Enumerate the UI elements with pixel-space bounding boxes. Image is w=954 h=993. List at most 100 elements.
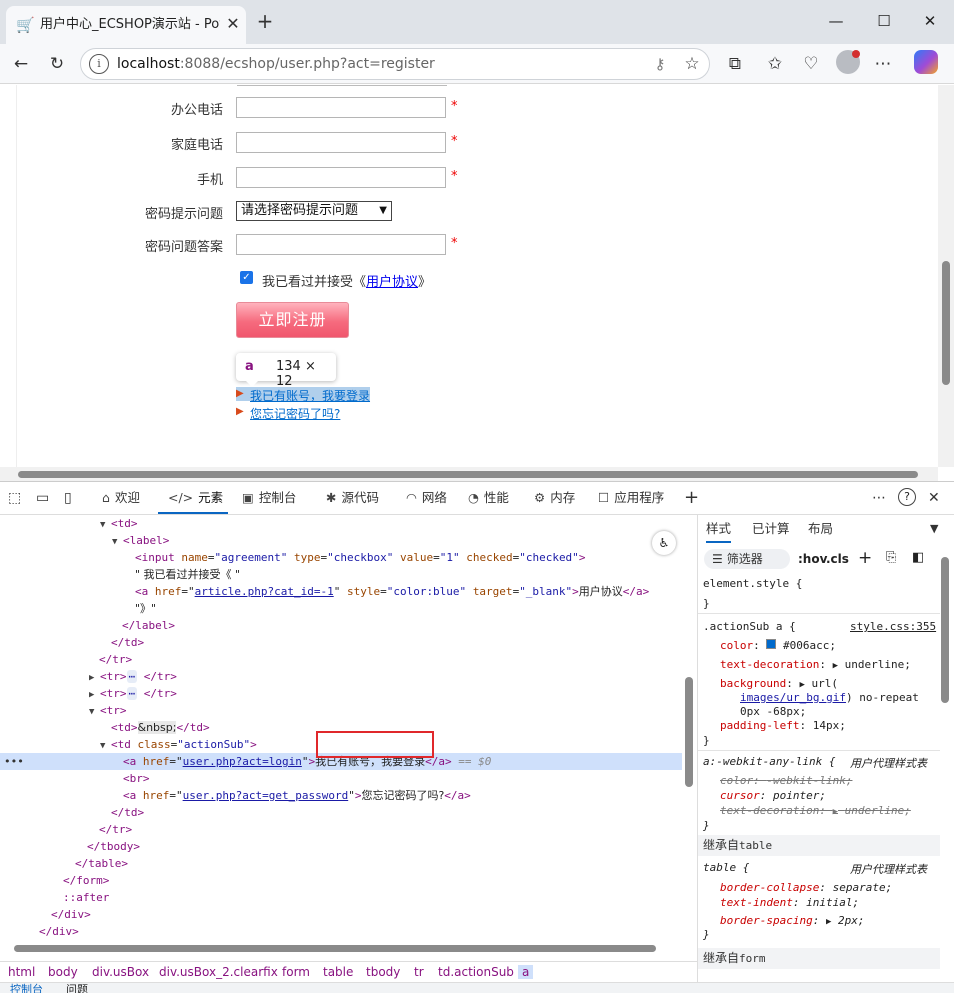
drawer-tab-console[interactable]: 控制台: [10, 981, 43, 993]
url-text[interactable]: localhost:8088/ecshop/user.php?act=regis…: [117, 56, 435, 72]
dom-node-collapsed[interactable]: ▶ <tr> ⋯ </tr>: [0, 668, 682, 685]
close-window-button[interactable]: ✕: [916, 10, 944, 32]
css-property[interactable]: border-collapse: separate;: [720, 881, 892, 894]
extensions-icon[interactable]: ⧉: [722, 52, 748, 76]
accessibility-icon[interactable]: ♿: [652, 531, 676, 555]
help-icon[interactable]: ?: [898, 488, 916, 506]
rule-selector[interactable]: .actionSub a {: [703, 620, 796, 633]
dom-scroll-thumb[interactable]: [685, 677, 693, 787]
tab-performance[interactable]: ◔ 性能: [468, 482, 509, 514]
dom-node[interactable]: ▼ <td>: [0, 515, 682, 532]
forgot-password-link[interactable]: 您忘记密码了吗?: [250, 405, 340, 422]
breadcrumb-item[interactable]: tr: [414, 965, 424, 979]
breadcrumb-item[interactable]: tbody: [366, 965, 400, 979]
dom-text-node[interactable]: "》": [0, 600, 682, 617]
tab-network[interactable]: ◠ 网络: [406, 482, 447, 514]
dom-node[interactable]: </div>: [0, 923, 682, 940]
dock-icon[interactable]: ▯: [64, 482, 72, 514]
color-swatch[interactable]: [766, 639, 777, 649]
breadcrumb-item[interactable]: td.actionSub: [438, 965, 514, 979]
page-hscroll-thumb[interactable]: [18, 471, 918, 478]
tab-sources[interactable]: ✱ 源代码: [326, 482, 379, 514]
dom-text-node[interactable]: " 我已看过并接受《 ": [0, 566, 682, 583]
user-agreement-link[interactable]: 用户协议: [366, 275, 418, 290]
styles-scroll-thumb[interactable]: [941, 557, 949, 703]
new-tab-button[interactable]: +: [254, 10, 276, 32]
tab-computed[interactable]: 已计算: [752, 515, 790, 543]
css-property[interactable]: cursor: pointer;: [720, 789, 826, 802]
css-property[interactable]: padding-left: 14px;: [720, 719, 846, 732]
css-property[interactable]: text-indent: initial;: [720, 896, 859, 909]
css-property-overridden[interactable]: text-decoration: ▶ underline;: [720, 804, 911, 817]
maximize-button[interactable]: ☐: [870, 10, 898, 32]
dom-hscroll-thumb[interactable]: [14, 945, 656, 952]
inspect-element-icon[interactable]: ⬚: [8, 482, 21, 514]
home-phone-input[interactable]: [236, 132, 446, 153]
dom-node[interactable]: </label>: [0, 617, 682, 634]
dom-node[interactable]: <a href="user.php?act=get_password">您忘记密…: [0, 787, 682, 804]
address-bar[interactable]: i localhost:8088/ecshop/user.php?act=reg…: [80, 48, 710, 80]
more-menu-icon[interactable]: ⋯: [870, 52, 896, 76]
dom-node[interactable]: ▼ <tr>: [0, 702, 682, 719]
page-scroll-thumb[interactable]: [942, 261, 950, 385]
breadcrumb-item[interactable]: body: [48, 965, 78, 979]
password-question-select[interactable]: 请选择密码提示问题 ▼: [236, 201, 392, 221]
rule-selector[interactable]: table {: [703, 861, 749, 874]
dom-node[interactable]: </table>: [0, 855, 682, 872]
css-property-overridden[interactable]: color: -webkit-link;: [720, 774, 852, 787]
tab-console[interactable]: ▣ 控制台: [242, 482, 296, 514]
dom-node[interactable]: <br>: [0, 770, 682, 787]
breadcrumb-item[interactable]: div.usBox: [92, 965, 149, 979]
mobile-input[interactable]: [236, 167, 446, 188]
dom-node[interactable]: </td>: [0, 804, 682, 821]
more-options-icon[interactable]: ⋯: [872, 482, 886, 514]
tab-memory[interactable]: ⚙ 内存: [534, 482, 575, 514]
breadcrumb-item[interactable]: html: [8, 965, 35, 979]
tab-layout[interactable]: 布局: [808, 515, 833, 543]
close-devtools-icon[interactable]: ✕: [928, 482, 940, 514]
add-rule-icon[interactable]: +: [858, 548, 872, 568]
tab-close-icon[interactable]: ✕: [224, 15, 242, 33]
agreement-checkbox[interactable]: ✓: [240, 271, 253, 284]
sidebar-toggle-icon[interactable]: ◧: [912, 550, 924, 565]
health-icon[interactable]: ♡: [798, 52, 824, 76]
dom-node[interactable]: ▼ <label>: [0, 532, 682, 549]
element-style-rule[interactable]: element.style {: [703, 577, 802, 590]
refresh-icon[interactable]: ↻: [44, 52, 70, 76]
css-property[interactable]: background: ▶ url(: [720, 677, 838, 690]
dom-pseudo-node[interactable]: ::after: [0, 889, 682, 906]
key-icon[interactable]: ⚷: [647, 52, 673, 76]
browser-tab[interactable]: 🛒 用户中心_ECSHOP演示站 - Power ✕: [6, 6, 246, 44]
class-toggle[interactable]: .cls: [826, 552, 849, 566]
breadcrumb-item[interactable]: form: [282, 965, 310, 979]
dom-node[interactable]: </tr>: [0, 651, 682, 668]
breadcrumb-item[interactable]: div.usBox_2.clearfix: [159, 965, 278, 979]
dom-node[interactable]: </form>: [0, 872, 682, 889]
rule-source-link[interactable]: style.css:355: [850, 620, 936, 633]
css-value[interactable]: images/ur_bg.gif) no-repeat: [740, 691, 919, 704]
register-button[interactable]: 立即注册: [236, 302, 349, 338]
add-tab-icon[interactable]: +: [684, 482, 699, 514]
node-menu-icon[interactable]: •••: [4, 753, 24, 770]
css-property[interactable]: border-spacing: ▶ 2px;: [720, 914, 865, 927]
favorites-icon[interactable]: ✩: [762, 52, 788, 76]
breadcrumb-item-active[interactable]: a: [518, 965, 534, 979]
favorite-star-icon[interactable]: ☆: [679, 52, 705, 76]
tab-welcome[interactable]: ⌂ 欢迎: [102, 482, 140, 514]
site-info-icon[interactable]: i: [89, 54, 109, 74]
breadcrumb-item[interactable]: table: [323, 965, 353, 979]
minimize-button[interactable]: —: [822, 10, 850, 32]
dom-node[interactable]: </tbody>: [0, 838, 682, 855]
tab-application[interactable]: ☐ 应用程序: [598, 482, 664, 514]
dom-node[interactable]: </div>: [0, 906, 682, 923]
password-answer-input[interactable]: [236, 234, 446, 255]
rule-selector[interactable]: a:-webkit-any-link {: [703, 755, 835, 768]
styles-filter-input[interactable]: ☰ 筛选器: [704, 549, 790, 569]
tab-styles[interactable]: 样式: [706, 515, 732, 543]
back-icon[interactable]: ←: [8, 52, 34, 76]
tab-elements[interactable]: </> 元素: [158, 482, 228, 514]
login-link[interactable]: 我已有账号，我要登录: [250, 387, 370, 404]
css-property[interactable]: color: #006acc;: [720, 639, 836, 652]
paint-icon[interactable]: ⎘: [886, 550, 896, 565]
copilot-icon[interactable]: [914, 50, 938, 74]
